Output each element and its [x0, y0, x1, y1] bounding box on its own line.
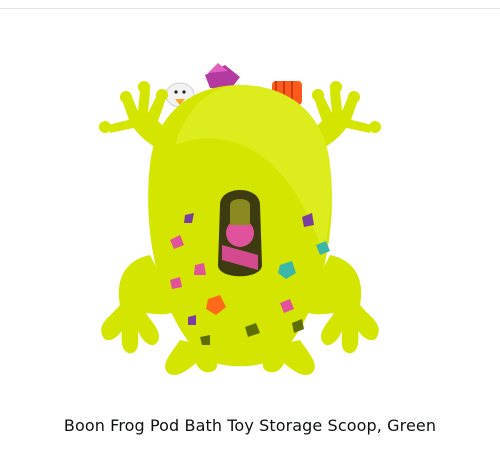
top-divider — [0, 8, 500, 9]
product-title[interactable]: Boon Frog Pod Bath Toy Storage Scoop, Gr… — [0, 416, 500, 435]
product-image[interactable] — [80, 55, 400, 385]
center-slot — [218, 190, 262, 277]
frog-pod-image-icon — [99, 63, 381, 375]
